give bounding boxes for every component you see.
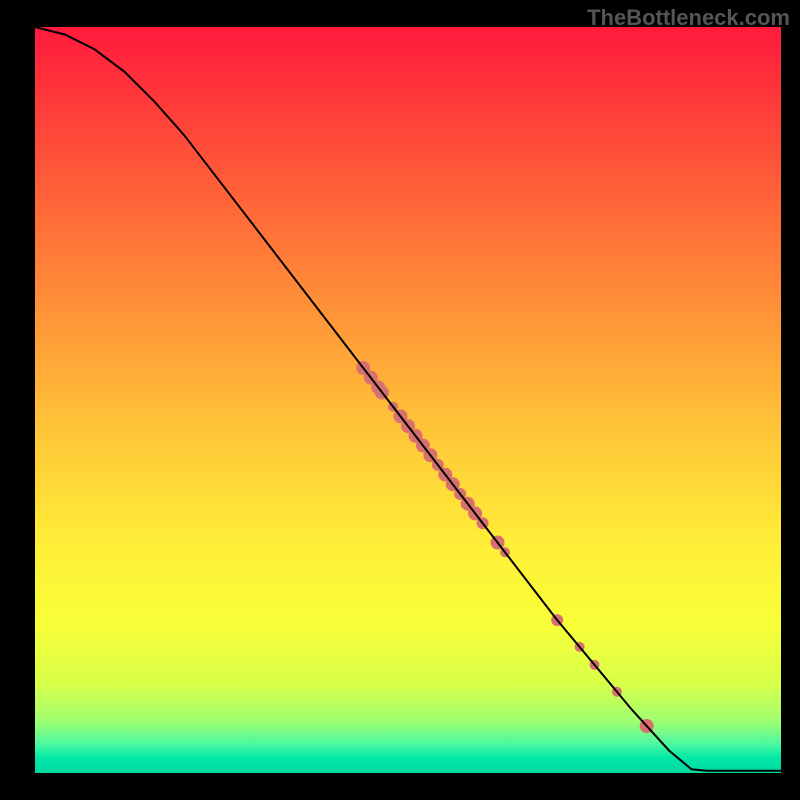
chart-svg [35, 27, 781, 773]
axis-bottom-band [35, 773, 781, 780]
curve-line [35, 27, 781, 771]
attribution-text: TheBottleneck.com [587, 5, 790, 31]
